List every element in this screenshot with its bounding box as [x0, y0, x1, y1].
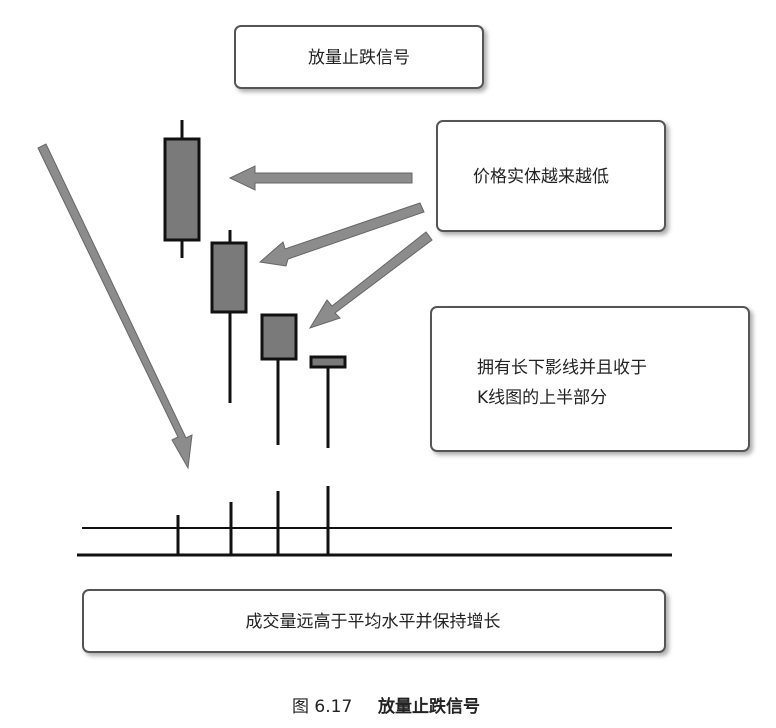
candlestick-1: [163, 120, 201, 258]
figure-caption: 放量止跌信号: [377, 696, 480, 717]
candlestick-2: [210, 230, 248, 403]
volume-area: [77, 486, 672, 557]
candlestick-3: [260, 313, 298, 445]
callout-long-lower-shadow-line2: K线图的上半部分: [477, 388, 607, 408]
title-box-text: 放量止跌信号: [308, 48, 410, 68]
callout-volume-text: 成交量远高于平均水平并保持增长: [246, 612, 501, 632]
arrow-to-candle-1: [228, 165, 413, 191]
signal-diagram: 放量止跌信号 价格实体越来越低 拥有长下影线并且收于 K线图的上半部分 成交量远…: [37, 25, 750, 717]
callout-lower-bodies: 价格实体越来越低: [436, 120, 666, 232]
callout-lower-bodies-text: 价格实体越来越低: [473, 167, 609, 187]
arrow-to-candle-3: [308, 231, 433, 329]
callout-long-lower-shadow-line1: 拥有长下影线并且收于: [477, 358, 647, 378]
figure-number: 图 6.17: [292, 697, 352, 717]
title-box: 放量止跌信号: [234, 25, 484, 89]
callout-volume: 成交量远高于平均水平并保持增长: [82, 589, 666, 653]
candlestick-4: [309, 355, 347, 448]
callout-long-lower-shadow: 拥有长下影线并且收于 K线图的上半部分: [430, 306, 750, 452]
